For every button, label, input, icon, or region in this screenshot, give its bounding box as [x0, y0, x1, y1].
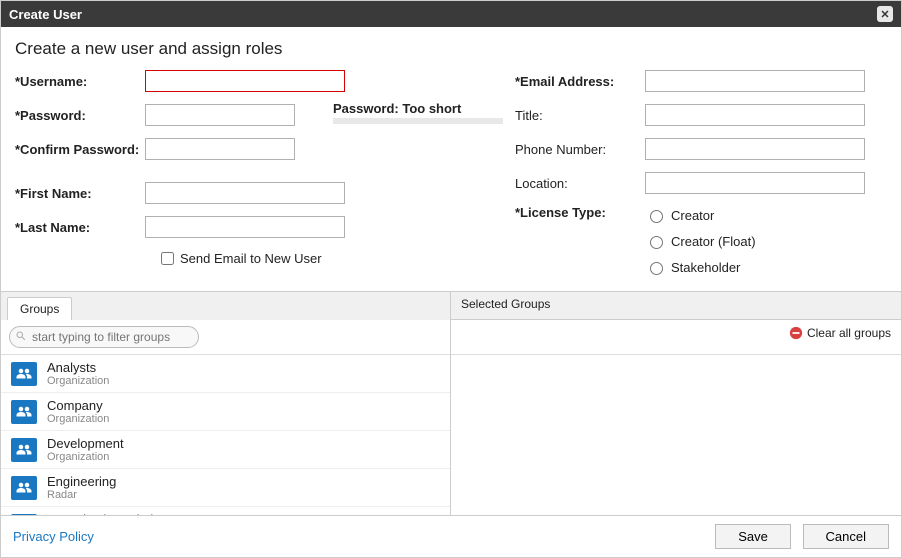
search-icon	[15, 330, 27, 342]
send-email-label: Send Email to New User	[180, 251, 322, 266]
privacy-policy-link[interactable]: Privacy Policy	[13, 529, 94, 544]
people-icon	[11, 362, 37, 386]
create-user-dialog: Create User ✕ Create a new user and assi…	[0, 0, 902, 558]
titlebar: Create User ✕	[1, 1, 901, 27]
license-creator-float-label: Creator (Float)	[671, 234, 756, 249]
tab-groups[interactable]: Groups	[7, 297, 72, 320]
group-name: Development	[47, 436, 124, 451]
password-strength-text: Password: Too short	[333, 101, 503, 116]
people-icon	[11, 400, 37, 424]
group-item[interactable]: AnalystsOrganization	[1, 355, 450, 393]
group-subtext: Radar	[47, 489, 116, 501]
groups-area: Groups AnalystsOrganizationCompanyOrgani…	[1, 291, 901, 515]
password-strength-bar	[333, 118, 503, 124]
available-groups-list: AnalystsOrganizationCompanyOrganizationD…	[1, 355, 450, 515]
phone-input[interactable]	[645, 138, 865, 160]
username-input[interactable]	[145, 70, 345, 92]
dialog-title: Create User	[9, 7, 82, 22]
group-name: Engineering	[47, 474, 116, 489]
dialog-content: Create a new user and assign roles *User…	[1, 27, 901, 557]
remove-icon	[789, 326, 803, 340]
license-creator-label: Creator	[671, 208, 714, 223]
license-stakeholder-radio[interactable]	[650, 262, 663, 275]
people-icon	[11, 438, 37, 462]
location-input[interactable]	[645, 172, 865, 194]
selected-groups-header: Selected Groups	[451, 292, 901, 320]
group-subtext: Organization	[47, 413, 109, 425]
last-name-label: *Last Name:	[15, 220, 145, 235]
close-icon[interactable]: ✕	[877, 6, 893, 22]
form-area: Create a new user and assign roles *User…	[1, 27, 901, 291]
group-item[interactable]: CompanyOrganization	[1, 393, 450, 431]
groups-tab-row: Groups	[1, 292, 450, 320]
location-label: Location:	[515, 176, 645, 191]
people-icon	[11, 476, 37, 500]
password-input[interactable]	[145, 104, 295, 126]
title-input[interactable]	[645, 104, 865, 126]
clear-all-groups-link[interactable]: Clear all groups	[789, 326, 891, 340]
selected-groups-pane: Selected Groups Clear all groups	[451, 292, 901, 515]
email-input[interactable]	[645, 70, 865, 92]
username-label: *Username:	[15, 74, 145, 89]
available-groups-pane: Groups AnalystsOrganizationCompanyOrgani…	[1, 292, 451, 515]
page-title: Create a new user and assign roles	[15, 39, 887, 59]
password-strength: Password: Too short	[333, 101, 503, 124]
dialog-footer: Privacy Policy Save Cancel	[1, 515, 901, 557]
password-label: *Password:	[15, 108, 145, 123]
first-name-input[interactable]	[145, 182, 345, 204]
cancel-button[interactable]: Cancel	[803, 524, 889, 549]
license-type-label: *License Type:	[515, 205, 645, 220]
group-subtext: Organization	[47, 375, 109, 387]
group-name: Company	[47, 398, 109, 413]
license-creator-radio[interactable]	[650, 210, 663, 223]
title-label: Title:	[515, 108, 645, 123]
confirm-password-input[interactable]	[145, 138, 295, 160]
send-email-checkbox[interactable]	[161, 252, 174, 265]
phone-label: Phone Number:	[515, 142, 645, 157]
last-name-input[interactable]	[145, 216, 345, 238]
group-item[interactable]: DevelopmentOrganization	[1, 431, 450, 469]
selected-groups-list	[451, 355, 901, 515]
confirm-password-label: *Confirm Password:	[15, 142, 145, 157]
license-stakeholder-label: Stakeholder	[671, 260, 740, 275]
group-name: Analysts	[47, 360, 109, 375]
group-item[interactable]: Organization AdminOrganization	[1, 507, 450, 515]
license-type-options: Creator Creator (Float) Stakeholder	[645, 205, 775, 275]
group-subtext: Organization	[47, 451, 124, 463]
group-item[interactable]: EngineeringRadar	[1, 469, 450, 507]
license-creator-float-radio[interactable]	[650, 236, 663, 249]
email-label: *Email Address:	[515, 74, 645, 89]
first-name-label: *First Name:	[15, 186, 145, 201]
clear-all-groups-label: Clear all groups	[807, 326, 891, 340]
groups-filter-input[interactable]	[9, 326, 199, 348]
save-button[interactable]: Save	[715, 524, 791, 549]
